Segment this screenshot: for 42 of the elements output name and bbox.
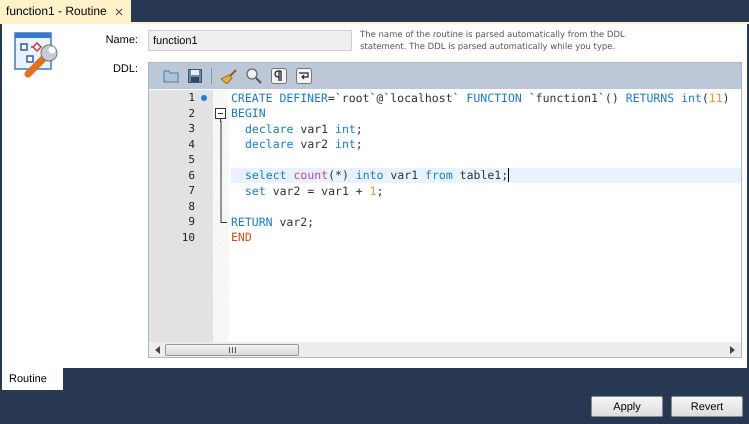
code-line: declare var1 int; bbox=[245, 122, 363, 136]
line-number: 4 bbox=[188, 138, 196, 151]
word-wrap-icon[interactable] bbox=[296, 68, 312, 84]
line-number: 3 bbox=[188, 122, 196, 136]
name-field[interactable]: function1 bbox=[148, 30, 352, 51]
pilcrow-icon[interactable] bbox=[271, 68, 287, 84]
code-line: declare var2 int; bbox=[245, 137, 363, 152]
fold-end-icon bbox=[220, 214, 226, 223]
code-line: END bbox=[231, 230, 252, 244]
broom-icon[interactable] bbox=[221, 68, 237, 84]
ddl-label: DDL: bbox=[112, 62, 139, 75]
hint-text: The name of the routine is parsed automatically from the DDL statement. The DDL is parsed automatically while you type. bbox=[360, 29, 626, 53]
scroll-left-icon[interactable] bbox=[155, 346, 160, 354]
code-line: CREATE DEFINER=`root`@`localhost` FUNCTION `function1`() RETURNS int(11) bbox=[231, 90, 730, 105]
line-number: 9 bbox=[188, 215, 196, 228]
line-number: 10 bbox=[182, 230, 196, 244]
close-icon[interactable] bbox=[114, 8, 123, 16]
line-number: 1 bbox=[188, 91, 196, 104]
name-label: Name: bbox=[104, 33, 139, 46]
code-line: RETURN var2; bbox=[231, 214, 314, 229]
horizontal-scrollbar[interactable] bbox=[149, 342, 741, 357]
routine-tab[interactable]: Routine bbox=[2, 368, 63, 390]
line-number: 7 bbox=[188, 184, 196, 198]
save-icon[interactable] bbox=[188, 69, 202, 83]
line-number: 5 bbox=[188, 153, 196, 166]
scrollbar-thumb[interactable] bbox=[165, 344, 299, 356]
folder-icon[interactable] bbox=[163, 69, 179, 83]
code-line: select count(*) into var1 from table1; bbox=[245, 168, 508, 182]
line-number: 2 bbox=[188, 106, 196, 120]
document-tab[interactable]: function1 - Routine bbox=[0, 0, 131, 22]
code-line: set var2 = var1 + 1; bbox=[245, 184, 384, 198]
grip-icon bbox=[228, 346, 236, 352]
line-number: 6 bbox=[188, 168, 196, 182]
revert-button[interactable]: Revert bbox=[671, 396, 743, 417]
tab-title: function1 - Routine bbox=[6, 4, 107, 18]
text-caret bbox=[508, 168, 510, 182]
apply-button[interactable]: Apply bbox=[591, 396, 663, 417]
search-icon[interactable] bbox=[246, 68, 262, 84]
line-number: 8 bbox=[188, 200, 196, 213]
code-line: BEGIN bbox=[231, 106, 266, 120]
scroll-right-icon[interactable] bbox=[730, 346, 735, 354]
fold-toggle-icon[interactable] bbox=[215, 106, 226, 122]
